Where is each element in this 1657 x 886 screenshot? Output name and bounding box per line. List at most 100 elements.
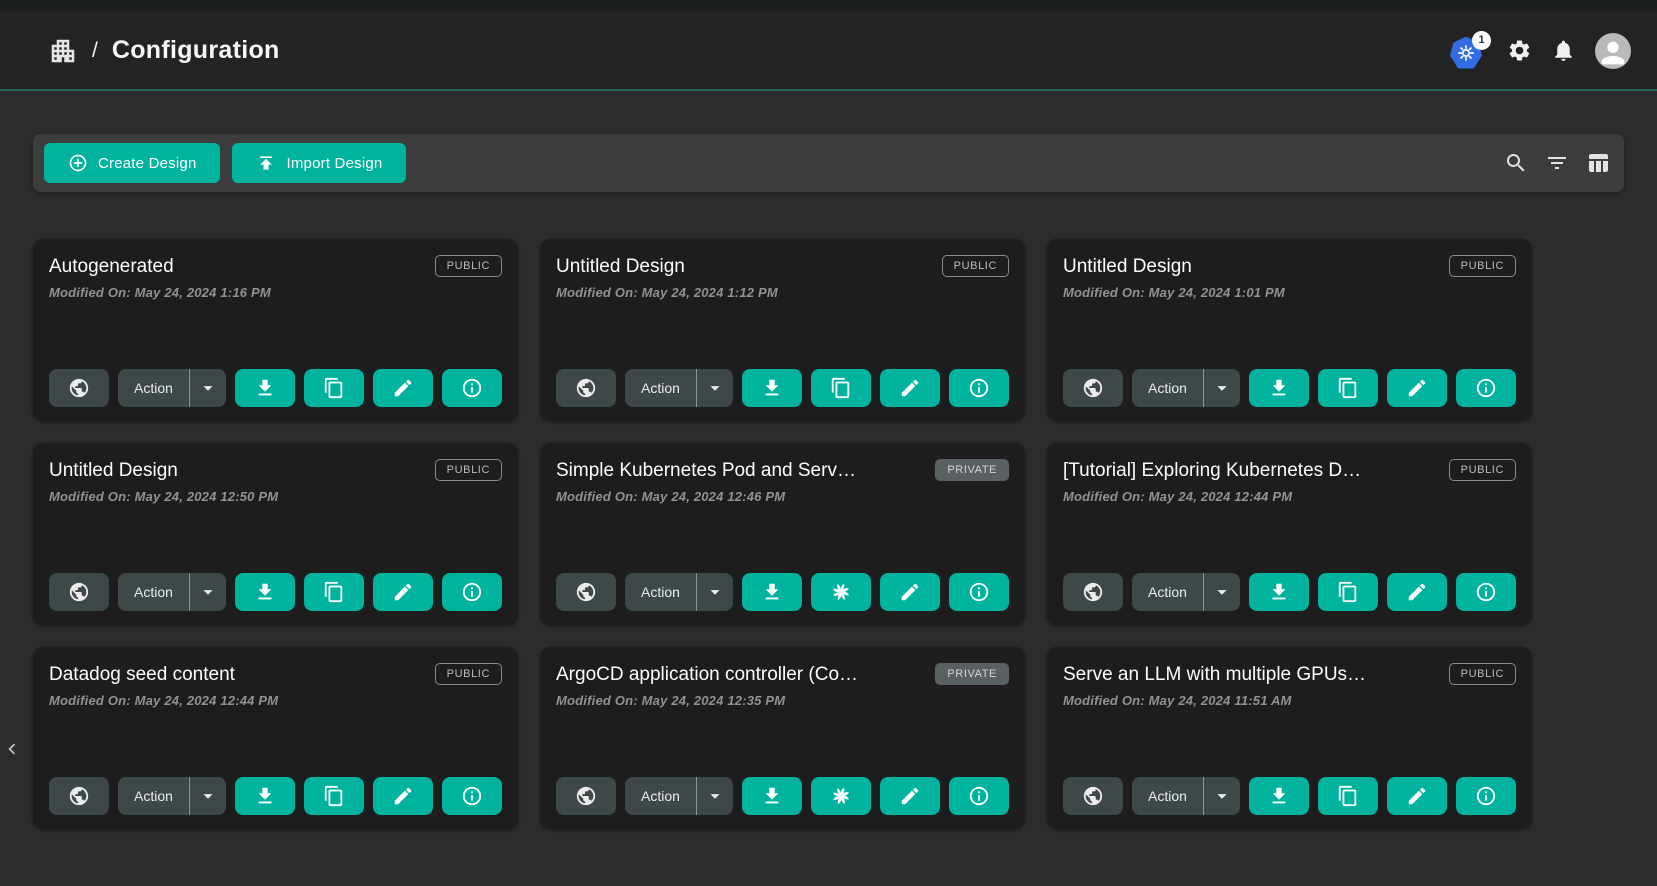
chevron-down-icon bbox=[197, 581, 219, 603]
building-icon bbox=[48, 34, 78, 68]
settings-button[interactable] bbox=[1507, 38, 1532, 63]
action-dropdown-toggle[interactable] bbox=[190, 785, 226, 807]
action-dropdown-toggle[interactable] bbox=[697, 581, 733, 603]
download-design-button[interactable] bbox=[235, 573, 295, 611]
visibility-globe-button[interactable] bbox=[49, 777, 109, 815]
edit-design-button[interactable] bbox=[880, 369, 940, 407]
info-icon bbox=[461, 581, 483, 603]
clone-design-button[interactable] bbox=[304, 369, 364, 407]
clone-icon bbox=[323, 377, 345, 399]
action-split-button[interactable]: Action bbox=[1132, 369, 1240, 407]
action-split-button[interactable]: Action bbox=[118, 369, 226, 407]
notifications-button[interactable] bbox=[1551, 38, 1576, 63]
info-icon bbox=[968, 377, 990, 399]
visibility-globe-button[interactable] bbox=[1063, 369, 1123, 407]
design-info-button[interactable] bbox=[1456, 573, 1516, 611]
action-dropdown-toggle[interactable] bbox=[190, 581, 226, 603]
edit-design-button[interactable] bbox=[373, 573, 433, 611]
import-design-button[interactable]: Import Design bbox=[232, 143, 406, 183]
action-split-button[interactable]: Action bbox=[118, 777, 226, 815]
create-design-button[interactable]: Create Design bbox=[44, 143, 220, 183]
user-avatar[interactable] bbox=[1595, 33, 1631, 69]
download-icon bbox=[761, 581, 783, 603]
open-in-kanvas-button[interactable] bbox=[811, 573, 871, 611]
table-view-button[interactable] bbox=[1586, 151, 1610, 175]
download-design-button[interactable] bbox=[742, 777, 802, 815]
action-dropdown-toggle[interactable] bbox=[1204, 785, 1240, 807]
edit-design-button[interactable] bbox=[880, 777, 940, 815]
info-icon bbox=[1475, 785, 1497, 807]
action-split-button[interactable]: Action bbox=[118, 573, 226, 611]
edit-design-button[interactable] bbox=[880, 573, 940, 611]
pencil-icon bbox=[1406, 377, 1428, 399]
visibility-globe-button[interactable] bbox=[49, 573, 109, 611]
edit-design-button[interactable] bbox=[1387, 369, 1447, 407]
edit-design-button[interactable] bbox=[1387, 777, 1447, 815]
action-split-button[interactable]: Action bbox=[625, 369, 733, 407]
action-split-button[interactable]: Action bbox=[625, 573, 733, 611]
chevron-down-icon bbox=[1211, 785, 1233, 807]
action-dropdown-toggle[interactable] bbox=[697, 785, 733, 807]
clone-design-button[interactable] bbox=[1318, 369, 1378, 407]
edit-design-button[interactable] bbox=[373, 777, 433, 815]
designs-grid: Autogenerated PUBLIC Modified On: May 24… bbox=[33, 239, 1532, 829]
modified-on-text: Modified On: May 24, 2024 1:12 PM bbox=[556, 285, 1009, 300]
design-info-button[interactable] bbox=[1456, 777, 1516, 815]
visibility-globe-button[interactable] bbox=[556, 777, 616, 815]
download-design-button[interactable] bbox=[235, 369, 295, 407]
globe-icon bbox=[1082, 785, 1104, 807]
kubernetes-context-button[interactable]: 1 bbox=[1450, 33, 1488, 69]
visibility-globe-button[interactable] bbox=[1063, 573, 1123, 611]
design-card: Untitled Design PUBLIC Modified On: May … bbox=[540, 239, 1025, 421]
globe-icon bbox=[575, 377, 597, 399]
action-split-button[interactable]: Action bbox=[1132, 573, 1240, 611]
clone-design-button[interactable] bbox=[1318, 777, 1378, 815]
pencil-icon bbox=[899, 377, 921, 399]
visibility-globe-button[interactable] bbox=[1063, 777, 1123, 815]
download-design-button[interactable] bbox=[742, 573, 802, 611]
sidebar-expand-toggle[interactable] bbox=[1, 733, 23, 765]
visibility-globe-button[interactable] bbox=[49, 369, 109, 407]
action-split-button[interactable]: Action bbox=[1132, 777, 1240, 815]
action-dropdown-toggle[interactable] bbox=[1204, 377, 1240, 399]
action-split-button[interactable]: Action bbox=[625, 777, 733, 815]
clone-icon bbox=[1337, 377, 1359, 399]
action-dropdown-toggle[interactable] bbox=[697, 377, 733, 399]
design-info-button[interactable] bbox=[1456, 369, 1516, 407]
search-button[interactable] bbox=[1504, 151, 1528, 175]
chevron-down-icon bbox=[197, 785, 219, 807]
visibility-globe-button[interactable] bbox=[556, 573, 616, 611]
filter-button[interactable] bbox=[1545, 151, 1569, 175]
design-title: Untitled Design bbox=[556, 253, 930, 278]
design-info-button[interactable] bbox=[442, 573, 502, 611]
open-in-kanvas-button[interactable] bbox=[811, 777, 871, 815]
download-design-button[interactable] bbox=[1249, 777, 1309, 815]
design-info-button[interactable] bbox=[949, 777, 1009, 815]
globe-icon bbox=[575, 581, 597, 603]
clone-design-button[interactable] bbox=[1318, 573, 1378, 611]
download-design-button[interactable] bbox=[1249, 573, 1309, 611]
visibility-globe-button[interactable] bbox=[556, 369, 616, 407]
design-info-button[interactable] bbox=[949, 573, 1009, 611]
modified-on-text: Modified On: May 24, 2024 11:51 AM bbox=[1063, 693, 1516, 708]
action-dropdown-toggle[interactable] bbox=[190, 377, 226, 399]
clone-design-button[interactable] bbox=[304, 777, 364, 815]
edit-design-button[interactable] bbox=[1387, 573, 1447, 611]
download-design-button[interactable] bbox=[235, 777, 295, 815]
clone-design-button[interactable] bbox=[811, 369, 871, 407]
modified-on-text: Modified On: May 24, 2024 12:50 PM bbox=[49, 489, 502, 504]
create-design-label: Create Design bbox=[98, 155, 196, 172]
clone-icon bbox=[830, 377, 852, 399]
edit-design-button[interactable] bbox=[373, 369, 433, 407]
download-design-button[interactable] bbox=[742, 369, 802, 407]
modified-on-text: Modified On: May 24, 2024 12:44 PM bbox=[49, 693, 502, 708]
app-header: / Configuration 1 bbox=[0, 0, 1657, 91]
design-info-button[interactable] bbox=[442, 777, 502, 815]
organization-breadcrumb-link[interactable]: / bbox=[48, 34, 98, 68]
action-dropdown-toggle[interactable] bbox=[1204, 581, 1240, 603]
clone-design-button[interactable] bbox=[304, 573, 364, 611]
design-info-button[interactable] bbox=[949, 369, 1009, 407]
design-info-button[interactable] bbox=[442, 369, 502, 407]
table-view-icon bbox=[1586, 151, 1610, 175]
download-design-button[interactable] bbox=[1249, 369, 1309, 407]
